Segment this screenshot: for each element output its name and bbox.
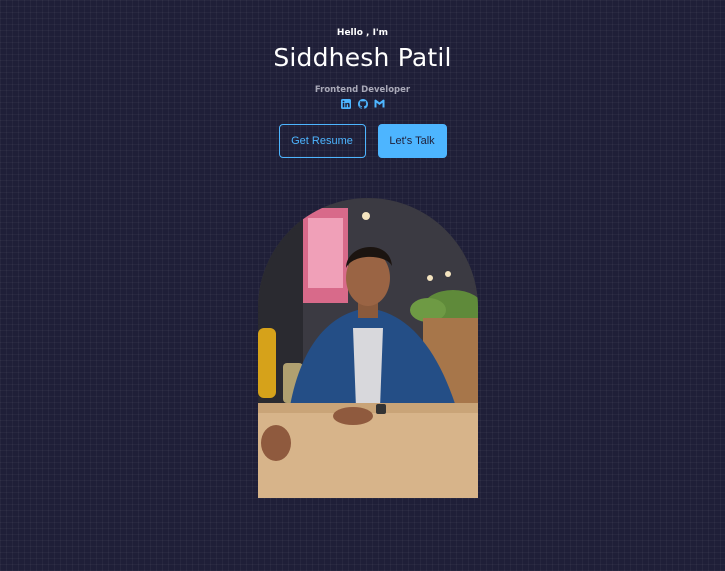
greeting-text: Hello , I'm	[336, 28, 389, 38]
cta-buttons: Get Resume Let's Talk	[0, 124, 725, 158]
profile-photo	[258, 198, 478, 498]
social-links	[0, 98, 725, 109]
page-title: Siddhesh Patil	[273, 43, 452, 72]
github-icon[interactable]	[357, 98, 368, 109]
gmail-icon[interactable]	[374, 98, 385, 109]
linkedin-icon[interactable]	[340, 98, 351, 109]
get-resume-button[interactable]: Get Resume	[278, 124, 366, 158]
role-subtitle: Frontend Developer	[314, 85, 411, 95]
lets-talk-button[interactable]: Let's Talk	[377, 124, 447, 158]
